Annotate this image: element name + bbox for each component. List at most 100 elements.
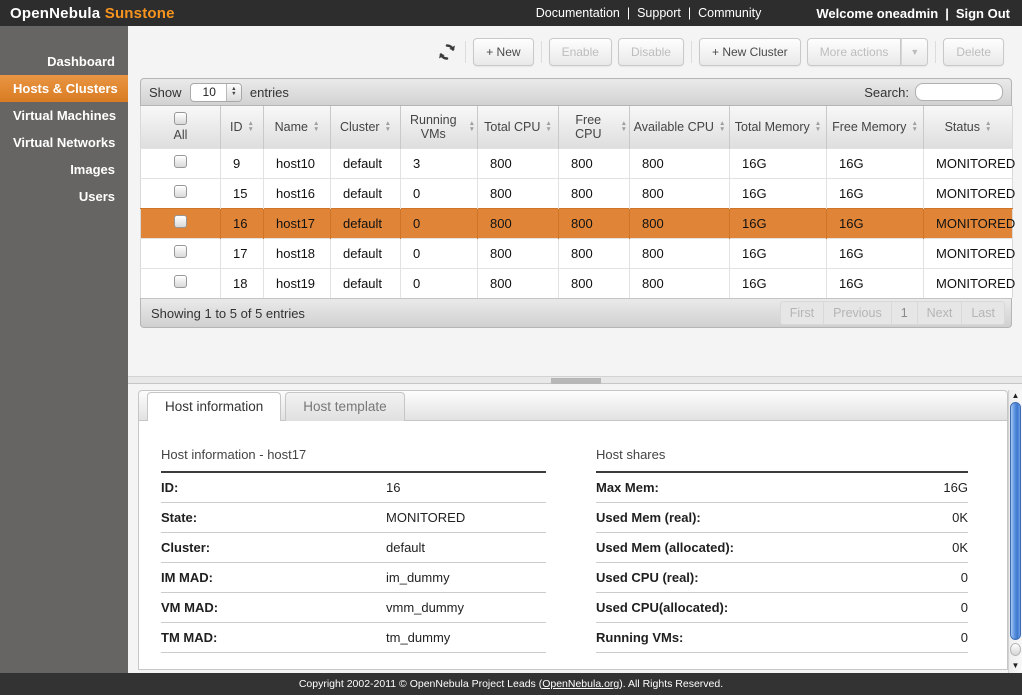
column-header-status[interactable]: Status▲▼: [924, 106, 1013, 148]
info-key: Cluster:: [161, 540, 386, 555]
scroll-up-icon[interactable]: ▲: [1009, 391, 1022, 401]
table-row[interactable]: 17 host18 default 0 800 800 800 16G 16G …: [141, 238, 1013, 268]
refresh-button[interactable]: [436, 41, 458, 63]
sidebar: Dashboard Hosts & Clusters Virtual Machi…: [0, 26, 128, 673]
tab-host-information[interactable]: Host information: [147, 392, 281, 421]
info-value: 0: [878, 600, 968, 615]
scroll-down-icon[interactable]: ▼: [1009, 661, 1022, 671]
column-label: ID: [230, 120, 243, 134]
sign-out-link[interactable]: Sign Out: [956, 6, 1010, 21]
entries-label: entries: [250, 85, 289, 100]
host-shares-table: Host shares Max Mem:16G Used Mem (real):…: [596, 447, 968, 669]
cell-free-cpu: 800: [559, 238, 630, 268]
sidebar-item-virtual-machines[interactable]: Virtual Machines: [0, 102, 128, 129]
new-cluster-button[interactable]: + New Cluster: [699, 38, 801, 66]
cell-total-cpu: 800: [478, 268, 559, 298]
table-row[interactable]: 18 host19 default 0 800 800 800 16G 16G …: [141, 268, 1013, 298]
column-header-total-memory[interactable]: Total Memory▲▼: [730, 106, 827, 148]
column-header-total-cpu[interactable]: Total CPU ▲▼: [478, 106, 559, 148]
column-header-running-vms[interactable]: Running VMs▲▼: [401, 106, 478, 148]
cell-running-vms: 3: [401, 148, 478, 178]
cell-available-cpu: 800: [630, 238, 730, 268]
cell-available-cpu: 800: [630, 148, 730, 178]
copyright-text: Copyright 2002-2011 © OpenNebula Project…: [299, 678, 542, 690]
table-row[interactable]: 9 host10 default 3 800 800 800 16G 16G M…: [141, 148, 1013, 178]
column-label: Total CPU: [484, 120, 540, 134]
pagination-last[interactable]: Last: [961, 301, 1005, 325]
cell-free-memory: 16G: [827, 268, 924, 298]
panel-scrollbar[interactable]: ▲ ▼: [1008, 390, 1022, 673]
column-header-available-cpu[interactable]: Available CPU▲▼: [630, 106, 730, 148]
table-row[interactable]: 15 host16 default 0 800 800 800 16G 16G …: [141, 178, 1013, 208]
info-value: 0: [878, 630, 968, 645]
cell-id: 17: [221, 238, 264, 268]
page-size-select[interactable]: 10 ▲▼: [190, 83, 242, 102]
column-label: Cluster: [340, 120, 380, 134]
column-label: All: [174, 128, 188, 142]
column-header-cluster[interactable]: Cluster▲▼: [331, 106, 401, 148]
column-label: Free Memory: [832, 120, 906, 134]
info-key: VM MAD:: [161, 600, 386, 615]
new-host-button[interactable]: + New: [473, 38, 533, 66]
sidebar-item-users[interactable]: Users: [0, 183, 128, 210]
host-detail-panel: Host information Host template Host info…: [138, 390, 1008, 670]
column-header-name[interactable]: Name▲▼: [264, 106, 331, 148]
info-key: Used Mem (allocated):: [596, 540, 878, 555]
column-header-free-cpu[interactable]: Free CPU▲▼: [559, 106, 630, 148]
cell-free-cpu: 800: [559, 208, 630, 238]
link-support[interactable]: Support: [637, 6, 681, 20]
row-checkbox[interactable]: [174, 185, 187, 198]
pagination-previous[interactable]: Previous: [823, 301, 892, 325]
pagination-page-1[interactable]: 1: [891, 301, 918, 325]
sort-icon: ▲▼: [469, 121, 475, 132]
scrollbar-knob: [1010, 643, 1021, 656]
row-checkbox[interactable]: [174, 275, 187, 288]
link-community[interactable]: Community: [698, 6, 761, 20]
table-row-selected[interactable]: 16 host17 default 0 800 800 800 16G 16G …: [141, 208, 1013, 238]
select-all-checkbox[interactable]: [174, 112, 187, 125]
cell-id: 18: [221, 268, 264, 298]
cell-available-cpu: 800: [630, 178, 730, 208]
search-input[interactable]: [915, 83, 1003, 101]
sidebar-item-dashboard[interactable]: Dashboard: [0, 48, 128, 75]
row-checkbox[interactable]: [174, 215, 187, 228]
cell-available-cpu: 800: [630, 208, 730, 238]
sort-icon: ▲▼: [621, 121, 627, 132]
sidebar-item-hosts-clusters[interactable]: Hosts & Clusters: [0, 75, 128, 102]
cell-name: host18: [264, 238, 331, 268]
pagination-next[interactable]: Next: [917, 301, 963, 325]
info-key: Used CPU (real):: [596, 570, 878, 585]
cell-free-cpu: 800: [559, 148, 630, 178]
link-documentation[interactable]: Documentation: [536, 6, 620, 20]
sidebar-item-images[interactable]: Images: [0, 156, 128, 183]
row-checkbox[interactable]: [174, 155, 187, 168]
splitter-handle[interactable]: [551, 378, 601, 384]
link-divider: |: [627, 6, 630, 20]
info-row: Used Mem (real):0K: [596, 503, 968, 533]
pagination: First Previous 1 Next Last: [781, 301, 1005, 325]
cell-total-memory: 16G: [730, 268, 827, 298]
more-actions-caret-button[interactable]: ▼: [901, 38, 928, 66]
user-area: Welcome oneadmin | Sign Out: [816, 6, 1010, 21]
cell-status: MONITORED: [924, 268, 1013, 298]
info-row: Max Mem:16G: [596, 473, 968, 503]
cell-cluster: default: [331, 268, 401, 298]
cell-running-vms: 0: [401, 238, 478, 268]
tab-host-template[interactable]: Host template: [285, 392, 404, 421]
sort-icon: ▲▼: [545, 121, 551, 132]
opennebula-link[interactable]: OpenNebula.org: [542, 678, 619, 690]
pagination-first[interactable]: First: [780, 301, 824, 325]
column-header-free-memory[interactable]: Free Memory ▲▼: [827, 106, 924, 148]
column-header-id[interactable]: ID▲▼: [221, 106, 264, 148]
more-actions-button[interactable]: More actions: [807, 38, 902, 66]
sidebar-item-virtual-networks[interactable]: Virtual Networks: [0, 129, 128, 156]
row-checkbox[interactable]: [174, 245, 187, 258]
info-value: 0: [878, 570, 968, 585]
cell-cluster: default: [331, 238, 401, 268]
delete-button[interactable]: Delete: [943, 38, 1004, 66]
enable-button[interactable]: Enable: [549, 38, 612, 66]
disable-button[interactable]: Disable: [618, 38, 684, 66]
sort-icon: ▲▼: [911, 121, 917, 132]
info-key: Used Mem (real):: [596, 510, 878, 525]
scrollbar-thumb[interactable]: [1010, 402, 1021, 640]
